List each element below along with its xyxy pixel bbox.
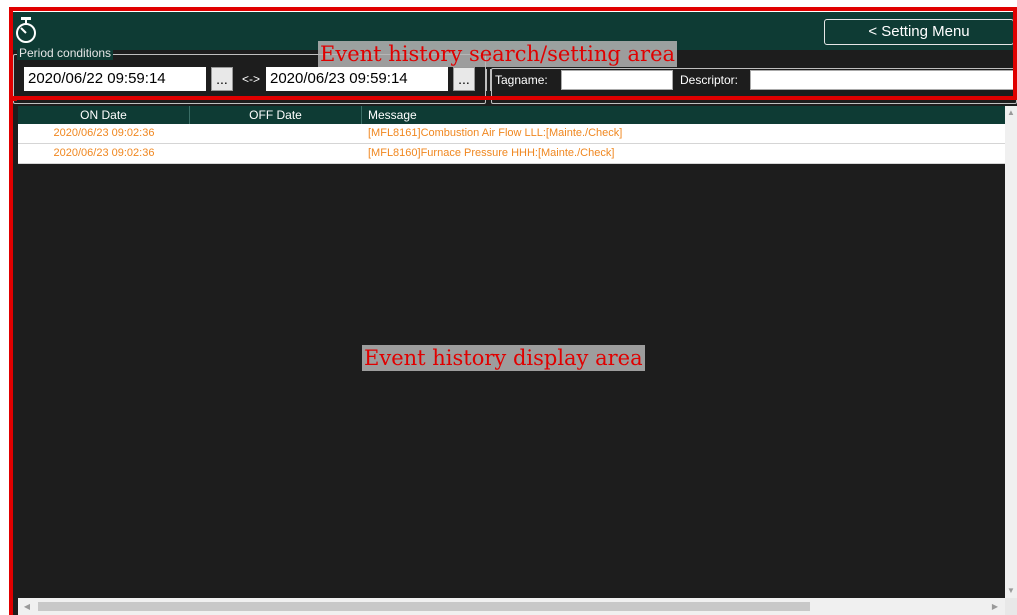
column-header-off-date[interactable]: OFF Date [190, 106, 362, 124]
search-area-annotation: Event history search/setting area [318, 41, 678, 67]
horizontal-scroll-thumb[interactable] [38, 602, 810, 611]
period-conditions-label: Period conditions [17, 46, 114, 60]
field-divider [486, 69, 491, 91]
vertical-scrollbar[interactable]: ▲ ▼ [1005, 106, 1017, 598]
table-row[interactable]: 2020/06/23 09:02:36 [MFL8161]Combustion … [18, 124, 1005, 144]
setting-menu-button[interactable]: < Setting Menu [824, 19, 1014, 45]
start-date-field[interactable]: 2020/06/22 09:59:14 [24, 67, 206, 91]
scroll-left-icon[interactable]: ◀ [20, 598, 34, 615]
off-date-cell [190, 124, 362, 143]
horizontal-scrollbar[interactable]: ◀ ▶ [18, 598, 1005, 615]
event-table-header: ON Date OFF Date Message [18, 106, 1005, 124]
scroll-down-icon[interactable]: ▼ [1005, 584, 1017, 598]
start-date-picker-button[interactable]: ... [211, 67, 233, 91]
scroll-right-icon[interactable]: ▶ [988, 598, 1002, 615]
descriptor-label: Descriptor: [680, 73, 739, 87]
display-area-annotation: Event history display area [362, 345, 645, 371]
tagname-input[interactable] [561, 70, 673, 90]
end-date-picker-button[interactable]: ... [453, 67, 475, 91]
scrollbar-corner [1005, 598, 1017, 615]
on-date-cell: 2020/06/23 09:02:36 [53, 147, 155, 159]
column-header-message[interactable]: Message [362, 106, 1005, 124]
end-date-field[interactable]: 2020/06/23 09:59:14 [266, 67, 448, 91]
stopwatch-icon [16, 17, 36, 43]
on-date-cell: 2020/06/23 09:02:36 [53, 127, 155, 139]
event-history-window: < Setting Menu Period conditions 2020/06… [10, 12, 1017, 615]
table-row[interactable]: 2020/06/23 09:02:36 [MFL8160]Furnace Pre… [18, 144, 1005, 164]
scroll-up-icon[interactable]: ▲ [1005, 106, 1017, 120]
message-cell: [MFL8160]Furnace Pressure HHH:[Mainte./C… [368, 147, 615, 159]
off-date-cell [190, 144, 362, 163]
date-range-separator: <-> [242, 72, 261, 86]
message-cell: [MFL8161]Combustion Air Flow LLL:[Mainte… [368, 127, 623, 139]
descriptor-input[interactable] [750, 70, 1016, 90]
column-header-on-date[interactable]: ON Date [18, 106, 190, 124]
tagname-label: Tagname: [495, 73, 548, 87]
